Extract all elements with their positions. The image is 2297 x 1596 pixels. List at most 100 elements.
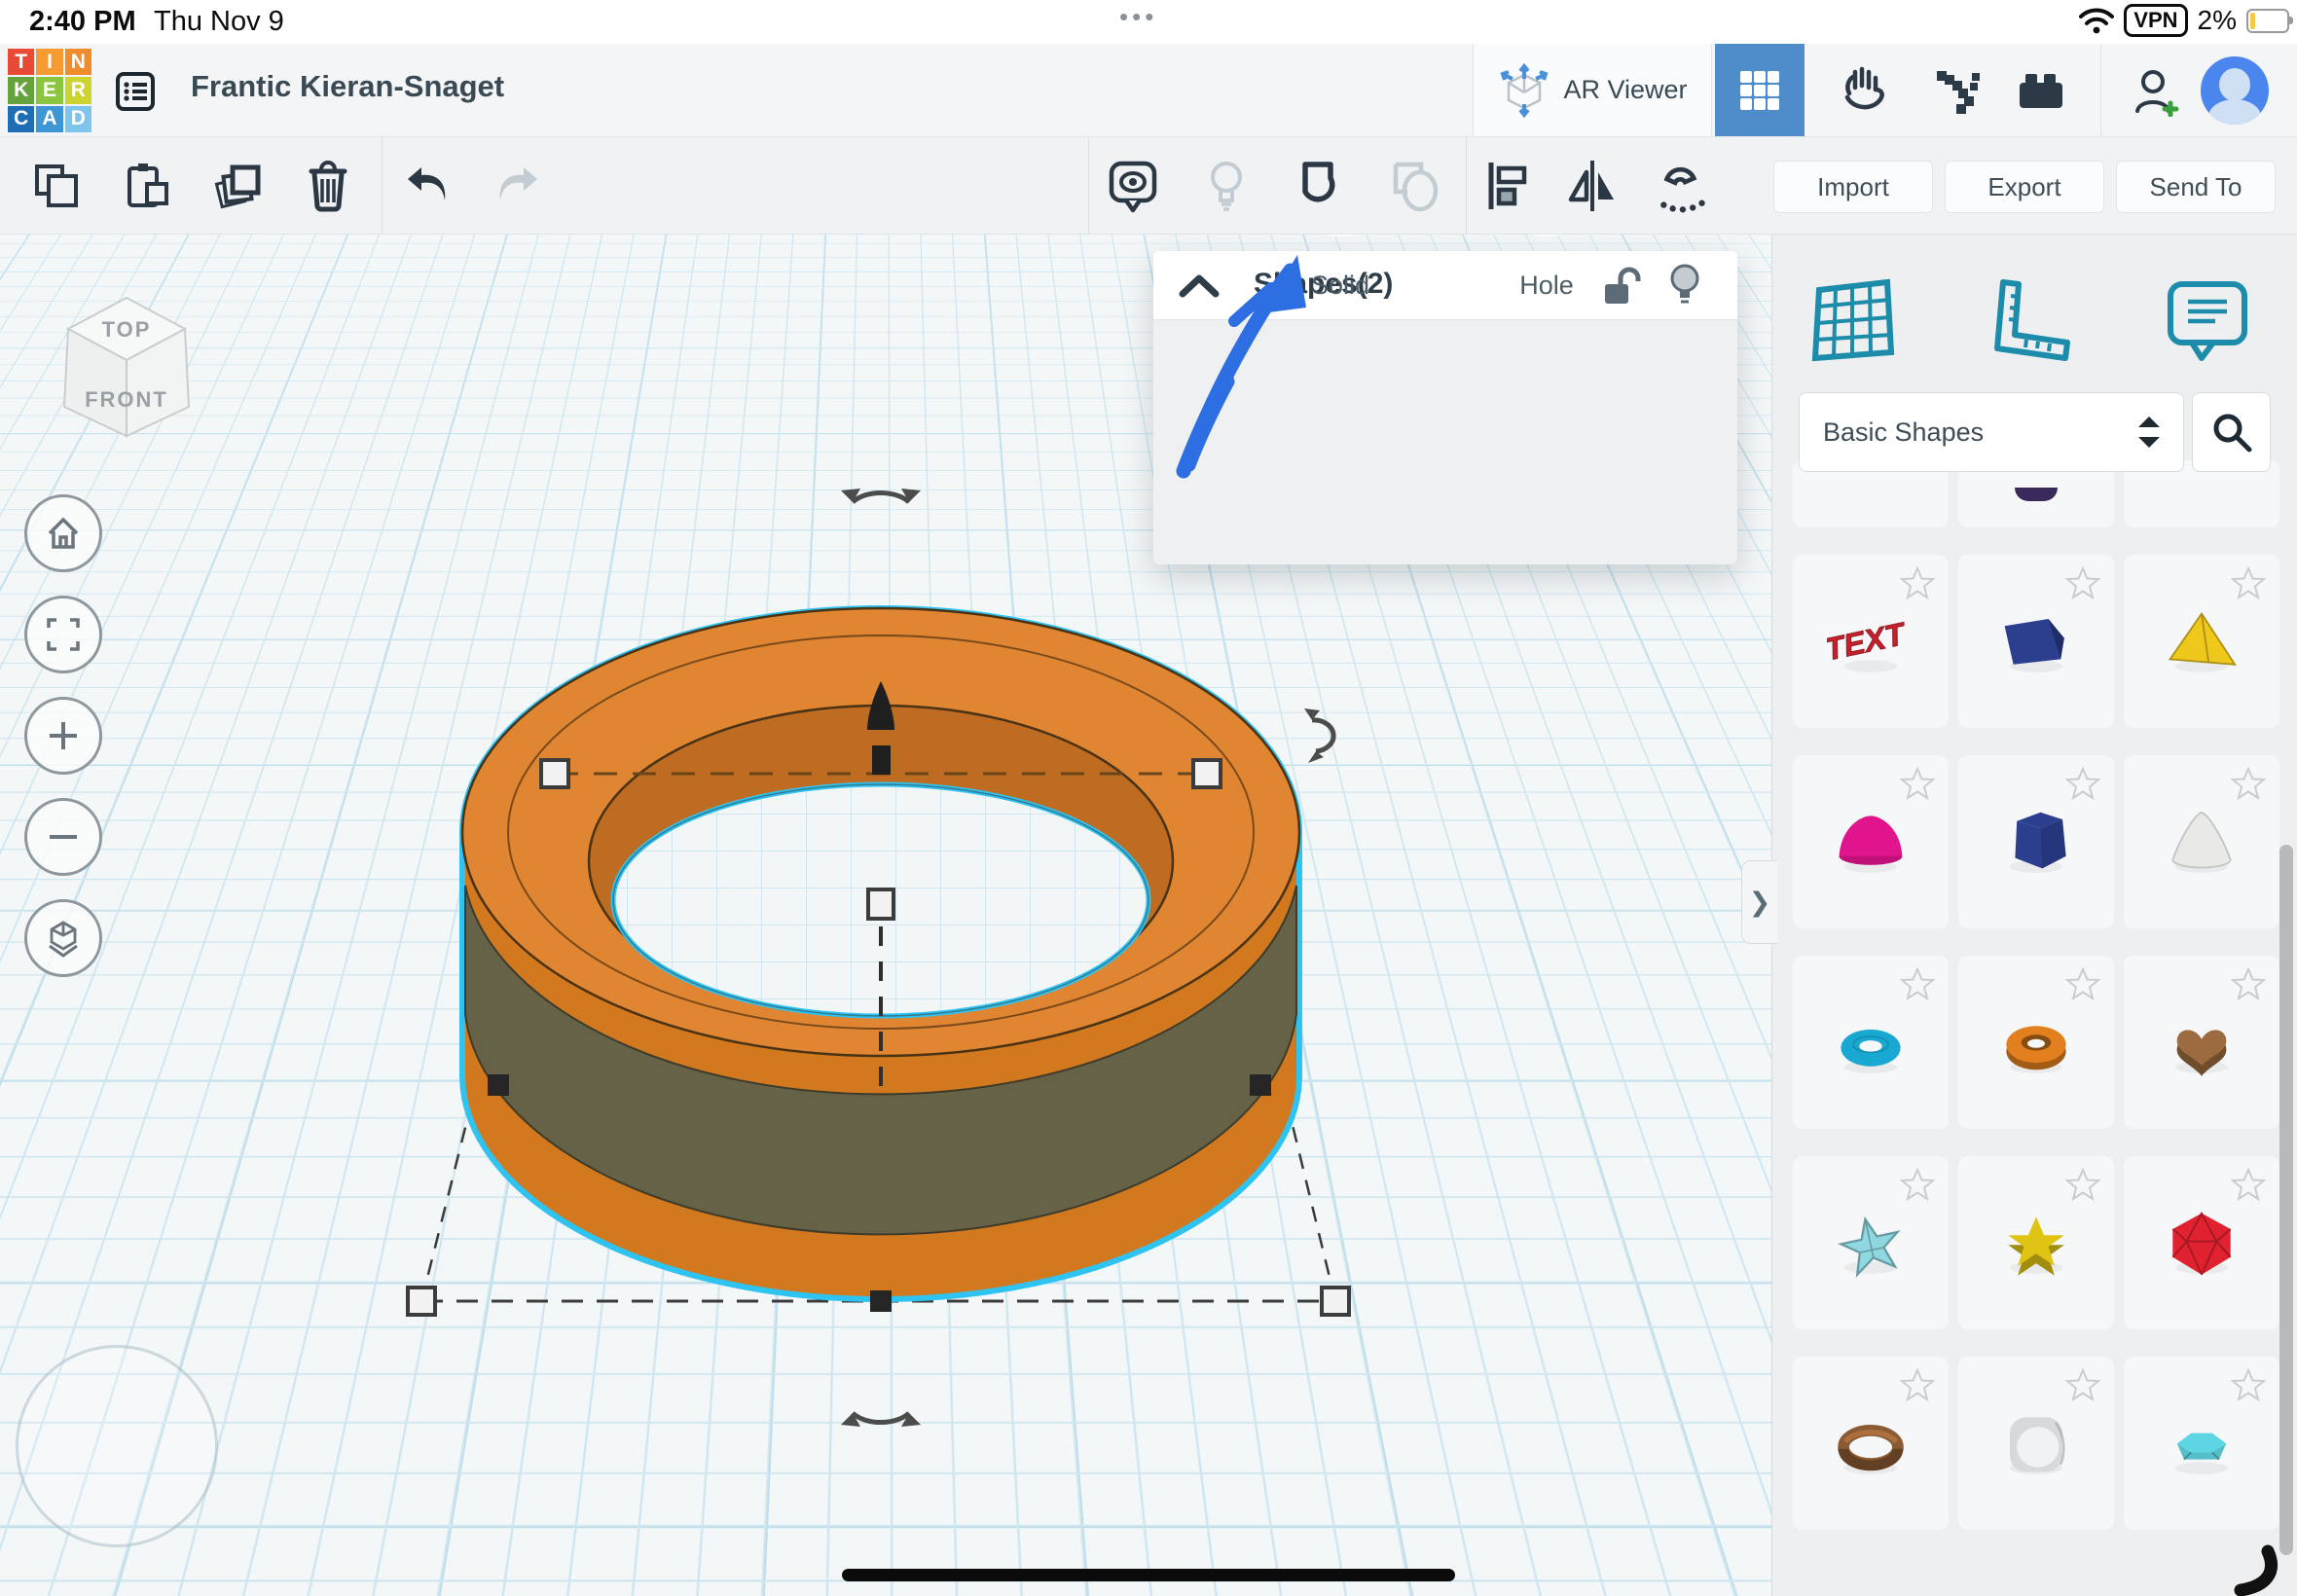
logo-tile: C — [8, 106, 34, 132]
battery-percent: 2% — [2198, 5, 2237, 36]
clock: 2:40 PM — [29, 6, 136, 38]
shape-card-thick-star[interactable] — [1958, 1156, 2114, 1329]
favorite-star-icon[interactable] — [1900, 1168, 1935, 1201]
sidebar-scrollbar[interactable] — [2279, 845, 2293, 1555]
snap-magnet-button[interactable] — [1655, 159, 1709, 213]
shapes-inspector-popup: Shapes(2) — [1153, 251, 1737, 564]
favorite-star-icon[interactable] — [2065, 1368, 2100, 1401]
invite-people-button[interactable] — [2120, 44, 2188, 136]
favorite-star-icon[interactable] — [2065, 967, 2100, 1000]
wifi-icon — [2079, 7, 2114, 34]
shape-card-icosahedron[interactable] — [2124, 1156, 2279, 1329]
minecraft-button[interactable] — [1922, 44, 1990, 136]
search-icon — [2210, 411, 2253, 453]
torus-shape-icon — [1827, 1002, 1914, 1090]
home-indicator[interactable] — [842, 1569, 1455, 1581]
thick-star-shape-icon — [1992, 1203, 2080, 1290]
favorite-star-icon[interactable] — [2231, 967, 2266, 1000]
shape-category-select[interactable]: Basic Shapes — [1799, 392, 2184, 472]
shape-card-torus[interactable] — [1793, 956, 1949, 1129]
logo-tile: D — [65, 106, 91, 132]
collapse-chevron-icon[interactable] — [1177, 271, 1221, 300]
delete-button[interactable] — [301, 159, 355, 213]
logo-tile: E — [36, 77, 62, 103]
ar-cube-icon — [1497, 63, 1551, 118]
favorite-star-icon[interactable] — [2065, 566, 2100, 599]
notes-tool[interactable] — [2152, 268, 2259, 375]
mirror-button[interactable] — [1565, 159, 1620, 213]
logo-tile: K — [8, 77, 34, 103]
shape-card-gem[interactable] — [2124, 1357, 2279, 1530]
shape-card-box[interactable] — [1958, 555, 2114, 728]
sculpt-hand-button[interactable] — [1828, 44, 1896, 136]
show-all-button[interactable] — [1106, 159, 1160, 213]
ungroup-button[interactable] — [1388, 159, 1442, 213]
send-to-button[interactable]: Send To — [2116, 161, 2276, 213]
undo-button[interactable] — [400, 159, 455, 213]
shape-card-paraboloid[interactable] — [1793, 755, 1949, 928]
shape-card-cone[interactable] — [2124, 755, 2279, 928]
redo-button[interactable] — [491, 159, 545, 213]
tinkercad-logo[interactable]: TINKERCAD — [8, 49, 91, 132]
grid-icon — [1737, 68, 1782, 113]
favorite-star-icon[interactable] — [1900, 1368, 1935, 1401]
copy-button[interactable] — [29, 159, 84, 213]
multitask-dots-icon[interactable]: ••• — [1119, 2, 1157, 32]
status-bar: 2:40 PM Thu Nov 9 ••• VPN 2% — [0, 0, 2297, 44]
tinker-lightbulb-button[interactable] — [1199, 159, 1254, 213]
favorite-star-icon[interactable] — [1900, 566, 1935, 599]
group-button[interactable] — [1294, 159, 1349, 213]
favorite-star-icon[interactable] — [1900, 967, 1935, 1000]
shape-card-ring[interactable] — [1793, 1357, 1949, 1530]
app-header: TINKERCAD Frantic Kieran-Snaget AR Viewe… — [0, 44, 2297, 137]
paste-button[interactable] — [120, 159, 174, 213]
star-shape-icon — [1827, 1203, 1914, 1290]
design-list-icon[interactable] — [115, 71, 156, 112]
gem-shape-icon — [2158, 1403, 2245, 1491]
favorite-star-icon[interactable] — [2065, 767, 2100, 800]
workplane-tool[interactable] — [1799, 268, 1906, 375]
lego-brick-icon — [2016, 69, 2066, 112]
paraboloid-shape-icon — [1827, 802, 1914, 889]
workspace-grid-button[interactable] — [1715, 44, 1805, 136]
design-title[interactable]: Frantic Kieran-Snaget — [191, 69, 504, 104]
purple-shape-sliver — [2015, 488, 2058, 501]
logo-tile: T — [8, 49, 34, 75]
favorite-star-icon[interactable] — [2065, 1168, 2100, 1201]
ar-viewer-label: AR Viewer — [1563, 75, 1687, 105]
favorite-star-icon[interactable] — [2231, 767, 2266, 800]
import-button[interactable]: Import — [1773, 161, 1933, 213]
select-arrows-icon — [2136, 413, 2162, 452]
shape-card-star[interactable] — [1793, 1156, 1949, 1329]
hexagonal-prism-shape-icon — [1992, 802, 2080, 889]
ruler-tool[interactable] — [1975, 268, 2082, 375]
shape-card-heart[interactable] — [2124, 956, 2279, 1129]
shape-card-rounded-die[interactable] — [1958, 1357, 2114, 1530]
export-button[interactable]: Export — [1945, 161, 2104, 213]
favorite-star-icon[interactable] — [2231, 1168, 2266, 1201]
sidebar-collapse-tab[interactable]: ❯ — [1741, 860, 1777, 944]
favorite-star-icon[interactable] — [2231, 1368, 2266, 1401]
ar-viewer-button[interactable]: AR Viewer — [1474, 44, 1711, 136]
shape-card-pyramid[interactable] — [2124, 555, 2279, 728]
shape-card-tube[interactable] — [1958, 956, 2114, 1129]
favorite-star-icon[interactable] — [1900, 767, 1935, 800]
date: Thu Nov 9 — [154, 6, 284, 38]
vpn-badge: VPN — [2124, 4, 2187, 37]
avatar[interactable] — [2201, 56, 2269, 125]
favorite-star-icon[interactable] — [2231, 566, 2266, 599]
lightbulb-icon[interactable] — [1667, 263, 1702, 309]
shape-card-text[interactable]: TEXT — [1793, 555, 1949, 728]
unlock-icon[interactable] — [1599, 267, 1642, 306]
text-shape-icon: TEXT — [1827, 601, 1914, 689]
brick-button[interactable] — [2007, 44, 2075, 136]
box-shape-icon — [1992, 601, 2080, 689]
duplicate-button[interactable] — [210, 159, 265, 213]
edit-toolbar: Import Export Send To — [0, 137, 2297, 235]
search-shapes-button[interactable] — [2192, 392, 2271, 472]
pyramid-shape-icon — [2158, 601, 2245, 689]
shape-card-hexagonal-prism[interactable] — [1958, 755, 2114, 928]
logo-tile: A — [36, 106, 62, 132]
align-button[interactable] — [1481, 159, 1536, 213]
icosahedron-shape-icon — [2158, 1203, 2245, 1290]
